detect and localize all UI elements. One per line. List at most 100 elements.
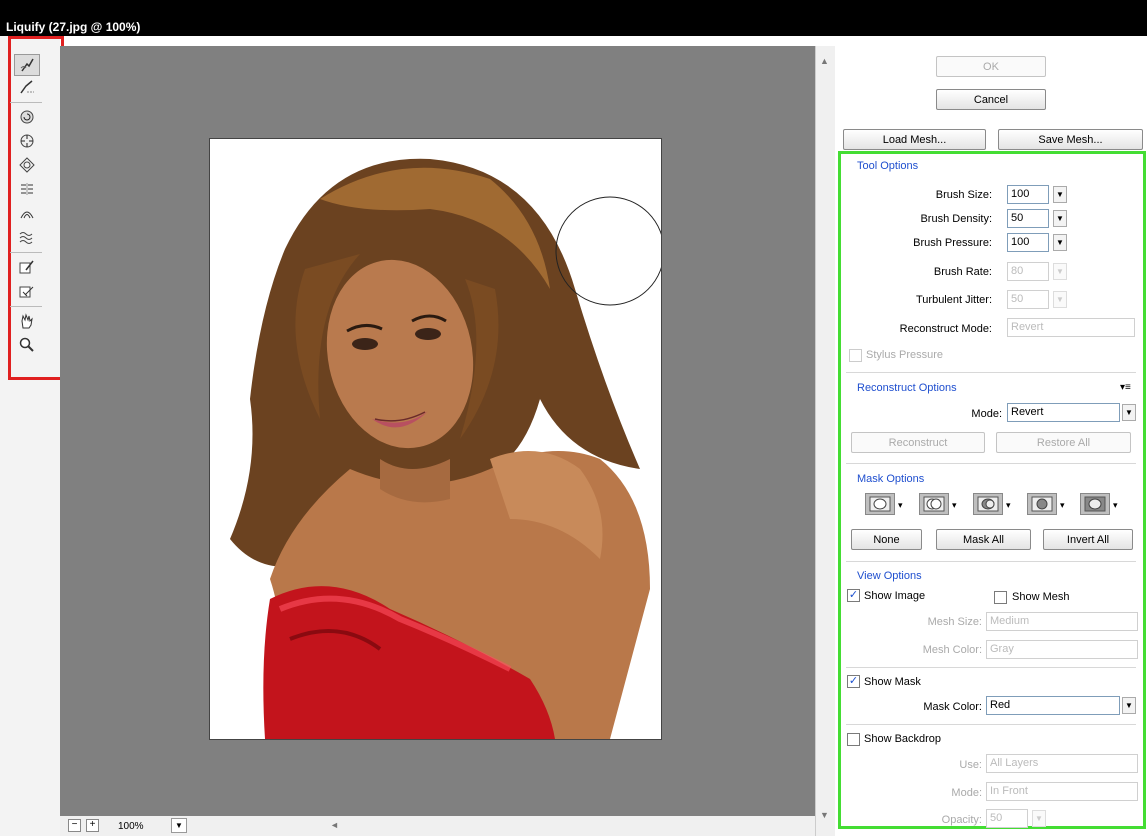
vertical-scrollbar[interactable]: ▲ ▼ [815,46,835,836]
replace-selection-icon[interactable] [865,493,895,515]
brush-size-label: Brush Size: [935,189,992,201]
tool-separator [10,252,42,253]
mesh-color-label: Mesh Color: [922,644,982,656]
mesh-size-label: Mesh Size: [927,616,982,628]
ok-button[interactable]: OK [936,56,1046,77]
view-options-heading: View Options [857,570,922,582]
zoom-dropdown-icon[interactable]: ▼ [171,818,187,833]
brush-density-dropdown-icon[interactable]: ▼ [1053,210,1067,227]
intersect-with-selection-caret-icon[interactable]: ▾ [1060,500,1065,511]
tool-options-heading: Tool Options [857,160,919,172]
load-mesh-button[interactable]: Load Mesh... [843,129,986,150]
brush-pressure-dropdown-icon[interactable]: ▼ [1053,234,1067,251]
scroll-left-icon[interactable]: ◄ [330,820,339,830]
mask-color-label: Mask Color: [923,701,982,713]
options-highlight [838,151,1146,829]
push-left-tool-icon[interactable] [14,178,40,200]
backdrop-mode-label: Mode: [951,787,982,799]
mirror-tool-icon[interactable] [14,202,40,224]
reconstruct-mode-select[interactable]: Revert [1007,318,1135,337]
backdrop-opacity-field[interactable]: 50 [986,809,1028,828]
mask-color-dropdown-icon[interactable]: ▼ [1122,697,1136,714]
show-image-label: Show Image [864,590,926,602]
tool-separator [10,306,42,307]
backdrop-opacity-label: Opacity: [941,814,982,826]
pucker-tool-icon[interactable] [14,130,40,152]
save-mesh-button[interactable]: Save Mesh... [998,129,1143,150]
zoom-out-button[interactable]: − [68,819,81,832]
preview-image[interactable] [209,138,662,740]
turbulent-jitter-label: Turbulent Jitter: [915,294,992,306]
invert-selection-icon[interactable] [1080,493,1110,515]
reconstruct-mode-label-2: Mode: [971,408,1002,420]
subtract-from-selection-caret-icon[interactable]: ▾ [1006,500,1011,511]
brush-density-label: Brush Density: [920,213,992,225]
brush-size-dropdown-icon[interactable]: ▼ [1053,186,1067,203]
scroll-down-icon[interactable]: ▼ [820,810,829,820]
reconstruct-button[interactable]: Reconstruct [851,432,985,453]
section-divider [846,372,1136,373]
zoom-bar: − + 100% ▼ ◄ [60,816,815,836]
title-bar: Liquify (27.jpg @ 100%) [0,0,1147,36]
freeze-mask-tool-icon[interactable] [14,256,40,278]
invert-selection-caret-icon[interactable]: ▾ [1113,500,1118,511]
twirl-clockwise-tool-icon[interactable] [14,106,40,128]
show-mask-checkbox[interactable]: ✓ [847,675,860,688]
mesh-color-select[interactable]: Gray [986,640,1138,659]
turbulent-jitter-field[interactable]: 50 [1007,290,1049,309]
panel-menu-icon[interactable]: ▾≡ [1120,382,1131,393]
window-title: Liquify (27.jpg @ 100%) [6,20,141,34]
show-image-checkbox[interactable]: ✓ [847,589,860,602]
show-mask-label: Show Mask [864,676,921,688]
brush-rate-dropdown-icon[interactable]: ▼ [1053,263,1067,280]
zoom-level: 100% [118,821,144,832]
show-backdrop-checkbox[interactable] [847,733,860,746]
reconstruct-mode-label: Reconstruct Mode: [899,323,992,335]
subtract-from-selection-icon[interactable] [973,493,1003,515]
zoom-tool-icon[interactable] [14,334,40,356]
backdrop-use-label: Use: [959,759,982,771]
stylus-pressure-label: Stylus Pressure [866,349,944,361]
scroll-up-icon[interactable]: ▲ [820,56,829,66]
cancel-button[interactable]: Cancel [936,89,1046,110]
mask-color-select[interactable]: Red [986,696,1120,715]
reconstruct-options-mode-select[interactable]: Revert [1007,403,1120,422]
tool-separator [10,102,42,103]
brush-density-field[interactable]: 50 [1007,209,1049,228]
show-backdrop-label: Show Backdrop [864,733,942,745]
turbulence-tool-icon[interactable] [14,226,40,248]
thaw-mask-tool-icon[interactable] [14,280,40,302]
show-mesh-label: Show Mesh [1012,591,1070,603]
show-mesh-checkbox[interactable] [994,591,1007,604]
section-divider [846,724,1136,725]
restore-all-button[interactable]: Restore All [996,432,1131,453]
forward-warp-tool-icon[interactable] [14,54,40,76]
add-to-selection-caret-icon[interactable]: ▾ [952,500,957,511]
bloat-tool-icon[interactable] [14,154,40,176]
backdrop-opacity-dropdown-icon[interactable]: ▼ [1032,810,1046,827]
section-divider [846,561,1136,562]
intersect-with-selection-icon[interactable] [1027,493,1057,515]
stylus-pressure-checkbox[interactable] [849,349,862,362]
invert-all-button[interactable]: Invert All [1043,529,1133,550]
backdrop-use-select[interactable]: All Layers [986,754,1138,773]
brush-rate-label: Brush Rate: [933,266,992,278]
add-to-selection-icon[interactable] [919,493,949,515]
reconstruct-options-mode-dropdown-icon[interactable]: ▼ [1122,404,1136,421]
replace-selection-caret-icon[interactable]: ▾ [898,500,903,511]
brush-rate-field[interactable]: 80 [1007,262,1049,281]
backdrop-mode-select[interactable]: In Front [986,782,1138,801]
reconstruct-tool-icon[interactable] [14,76,40,98]
mask-options-heading: Mask Options [857,473,925,485]
mask-all-button[interactable]: Mask All [936,529,1031,550]
reconstruct-options-heading: Reconstruct Options [857,382,957,394]
turbulent-jitter-dropdown-icon[interactable]: ▼ [1053,291,1067,308]
mask-none-button[interactable]: None [851,529,922,550]
section-divider [846,463,1136,464]
hand-tool-icon[interactable] [14,310,40,332]
brush-pressure-field[interactable]: 100 [1007,233,1049,252]
mesh-size-select[interactable]: Medium [986,612,1138,631]
brush-size-field[interactable]: 100 [1007,185,1049,204]
brush-pressure-label: Brush Pressure: [913,237,992,249]
zoom-in-button[interactable]: + [86,819,99,832]
